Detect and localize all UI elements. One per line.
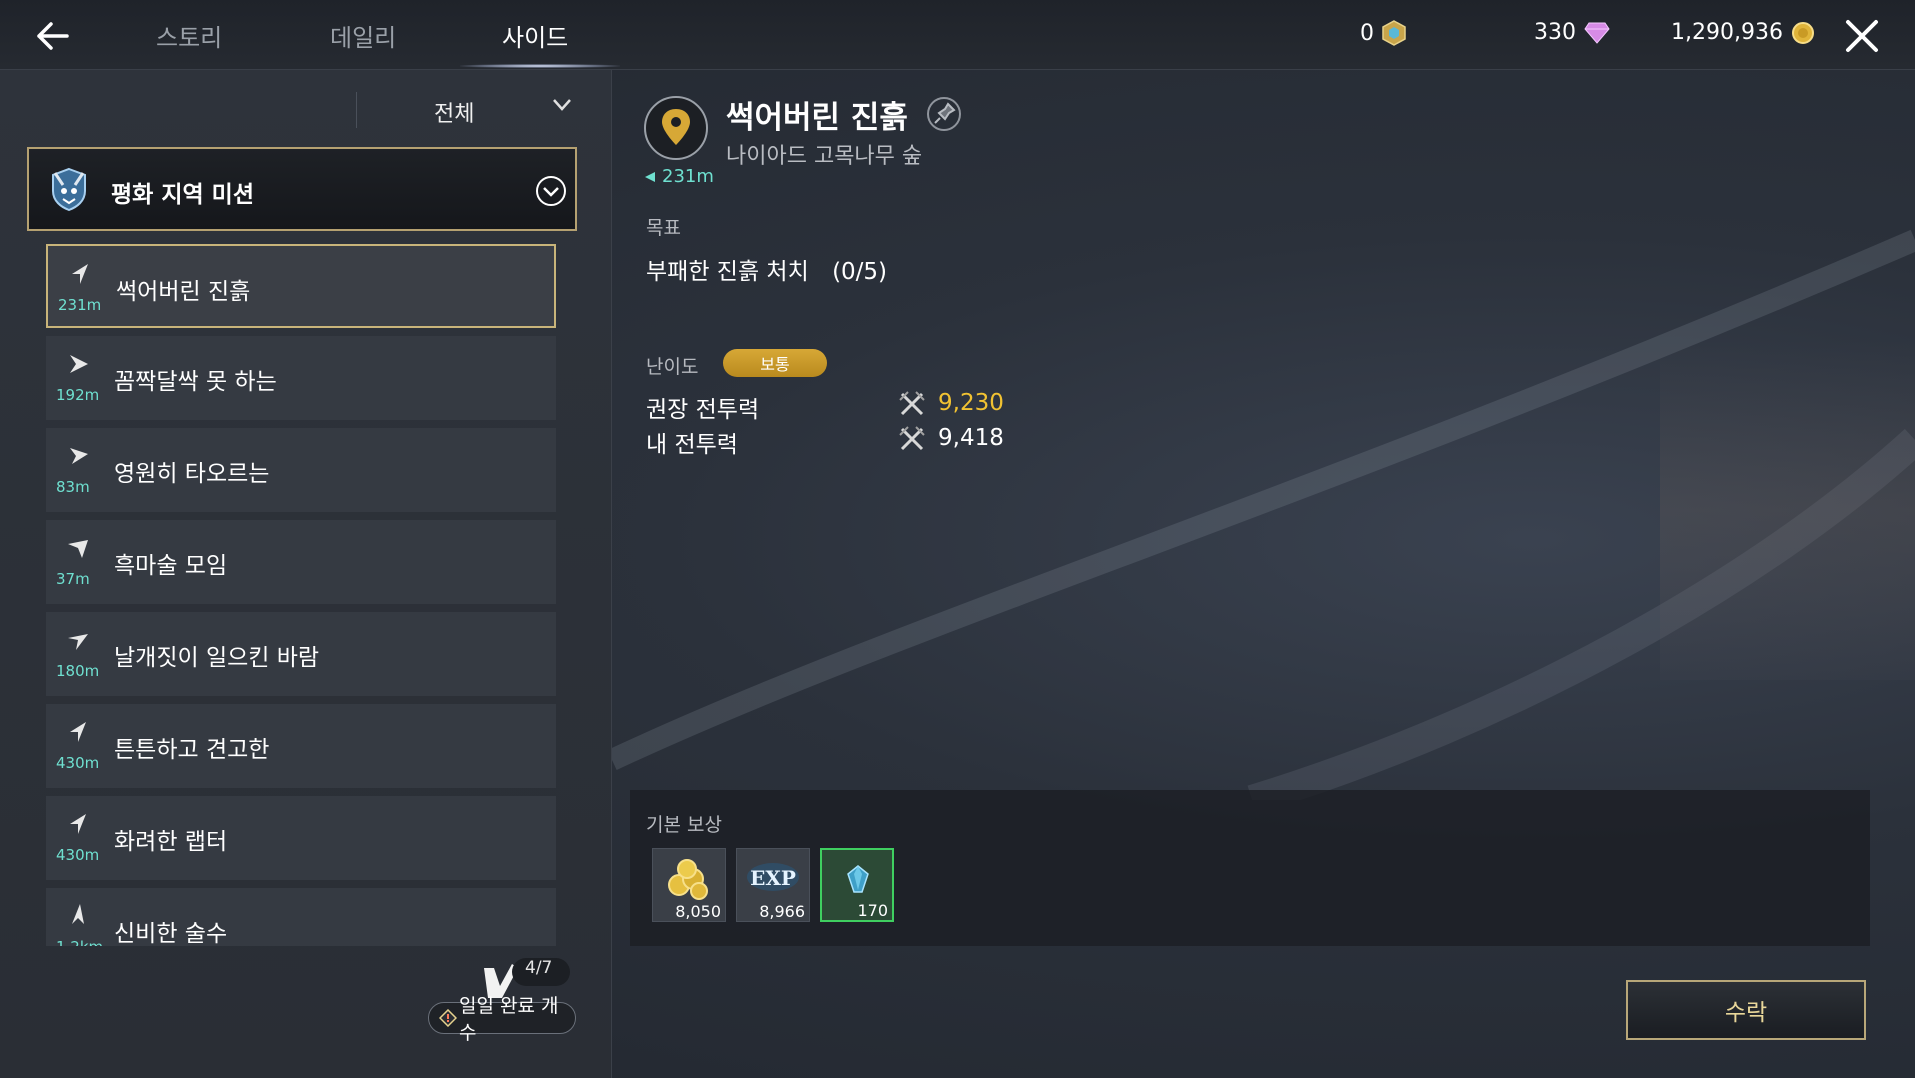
quest-name: 신비한 술수: [114, 921, 228, 946]
quest-distance: 430m: [56, 754, 100, 772]
svg-text:EXP: EXP: [750, 866, 796, 890]
currency-gold: 1,290,936: [1671, 20, 1815, 45]
direction-arrow-icon: [70, 814, 86, 834]
quest-name: 썩어버린 진흙: [116, 279, 251, 305]
objective-label: 목표: [646, 217, 681, 239]
quest-item[interactable]: 37m 흑마술 모임: [46, 520, 556, 604]
quest-title: 썩어버린 진흙: [726, 100, 908, 136]
crossed-swords-icon: [899, 426, 925, 451]
direction-arrow-icon: [645, 172, 655, 182]
gold-coins-icon: [668, 859, 708, 900]
quest-area: 나이아드 고목나무 숲: [726, 144, 923, 169]
filter-dropdown[interactable]: 전체: [356, 92, 592, 132]
quest-name: 날개짓이 일으킨 바람: [114, 645, 320, 671]
exp-icon: EXP: [747, 863, 799, 891]
tab-daily[interactable]: 데일리: [330, 18, 396, 53]
back-button[interactable]: [30, 14, 74, 58]
gold-coin-icon: [1791, 21, 1814, 44]
hex-gem-icon: [1382, 20, 1406, 46]
quest-distance: 430m: [56, 846, 100, 864]
direction-arrow-icon: [70, 722, 86, 742]
quest-distance-value: 231m: [662, 166, 714, 187]
tab-story[interactable]: 스토리: [156, 18, 222, 53]
quest-item[interactable]: 180m 날개짓이 일으킨 바람: [46, 612, 556, 696]
quest-item[interactable]: 430m 튼튼하고 견고한: [46, 704, 556, 788]
daily-count: 4/7: [525, 958, 553, 978]
location-pin-icon: [644, 96, 708, 160]
reward-item[interactable]: 8,050: [652, 848, 726, 922]
difficulty-badge: 보통: [723, 349, 827, 377]
quest-name: 꼼짝달싹 못 하는: [114, 369, 277, 395]
objective: 부패한 진흙 처치 (0/5): [646, 252, 887, 286]
background-castle: [1660, 340, 1915, 680]
my-power-value: 9,418: [938, 425, 1004, 451]
currency-point: 0: [1360, 20, 1406, 46]
quest-item[interactable]: 430m 화려한 랩터: [46, 796, 556, 880]
direction-arrow-icon: [68, 540, 88, 558]
reward-label: 기본 보상: [646, 814, 722, 836]
category-header[interactable]: 평화 지역 미션: [27, 147, 577, 231]
reward-item[interactable]: EXP 8,966: [736, 848, 810, 922]
difficulty-label: 난이도: [646, 356, 699, 378]
tab-side[interactable]: 사이드: [502, 18, 568, 53]
close-icon: [1846, 20, 1878, 52]
quest-distance: 37m: [56, 570, 90, 588]
demon-shield-icon: [52, 167, 86, 212]
reward-amount: 170: [857, 901, 888, 920]
reward-panel: 기본 보상 8,050 EXP 8,966 170: [630, 790, 1870, 946]
quest-list: 231m 썩어버린 진흙 192m 꼼짝달싹 못 하는 83m 영원히 타오르는…: [46, 244, 558, 946]
tab-active-indicator: [460, 64, 620, 68]
direction-arrow-icon: [68, 634, 88, 650]
collapse-toggle-icon: [536, 176, 566, 206]
quest-item[interactable]: 83m 영원히 타오르는: [46, 428, 556, 512]
quest-name: 영원히 타오르는: [114, 461, 270, 487]
recommended-power-label: 권장 전투력: [646, 397, 760, 423]
reward-amount: 8,050: [675, 902, 721, 921]
quest-name: 흑마술 모임: [114, 553, 228, 579]
currency-point-value: 0: [1360, 20, 1374, 46]
currency-gem: 330: [1534, 20, 1610, 45]
reward-amount: 8,966: [759, 902, 805, 921]
crossed-swords-icon: [899, 391, 925, 416]
pin-quest-icon[interactable]: [926, 96, 962, 132]
quest-item[interactable]: 192m 꼼짝달싹 못 하는: [46, 336, 556, 420]
direction-arrow-icon: [72, 264, 88, 284]
quest-item[interactable]: 1.2km 신비한 술수: [46, 888, 556, 946]
direction-arrow-icon: [70, 448, 88, 464]
my-power-label: 내 전투력: [646, 432, 738, 458]
quest-name: 튼튼하고 견고한: [114, 737, 270, 763]
objective-progress: (0/5): [832, 259, 888, 285]
quest-distance: 231m: [58, 296, 102, 314]
accept-button[interactable]: 수락: [1626, 980, 1866, 1040]
objective-text: 부패한 진흙 처치: [646, 259, 809, 285]
diamond-icon: [1584, 22, 1610, 44]
quest-distance: 1.2km: [56, 938, 103, 946]
recommended-power-value: 9,230: [938, 390, 1004, 416]
quest-list-panel: 전체 평화 지역 미션 231m 썩어버린 진흙 192m 꼼짝달싹 못 하는 …: [0, 70, 612, 1078]
category-title: 평화 지역 미션: [111, 182, 254, 208]
quest-distance: 180m: [56, 662, 100, 680]
chevron-down-icon: [553, 99, 571, 111]
quest-name: 화려한 랩터: [114, 829, 228, 855]
daily-completion-label: 일일 완료 개수: [428, 995, 576, 1044]
daily-completion-text: 일일 완료 개수: [459, 995, 559, 1044]
reward-item[interactable]: 170: [820, 848, 894, 922]
quest-distance: 192m: [56, 386, 100, 404]
blue-gem-icon: [847, 865, 869, 893]
info-diamond-icon: [439, 1009, 457, 1027]
direction-arrow-icon: [72, 904, 84, 924]
currency-gem-value: 330: [1534, 20, 1576, 45]
currency-gold-value: 1,290,936: [1671, 20, 1783, 45]
direction-arrow-icon: [70, 355, 88, 373]
quest-distance: 83m: [56, 478, 90, 496]
quest-item[interactable]: 231m 썩어버린 진흙: [46, 244, 556, 328]
close-button[interactable]: [1842, 16, 1882, 56]
filter-label: 전체: [434, 102, 475, 127]
arrow-left-icon: [37, 22, 69, 50]
top-bar: 스토리 데일리 사이드 0 330 1,290,936: [0, 0, 1915, 70]
